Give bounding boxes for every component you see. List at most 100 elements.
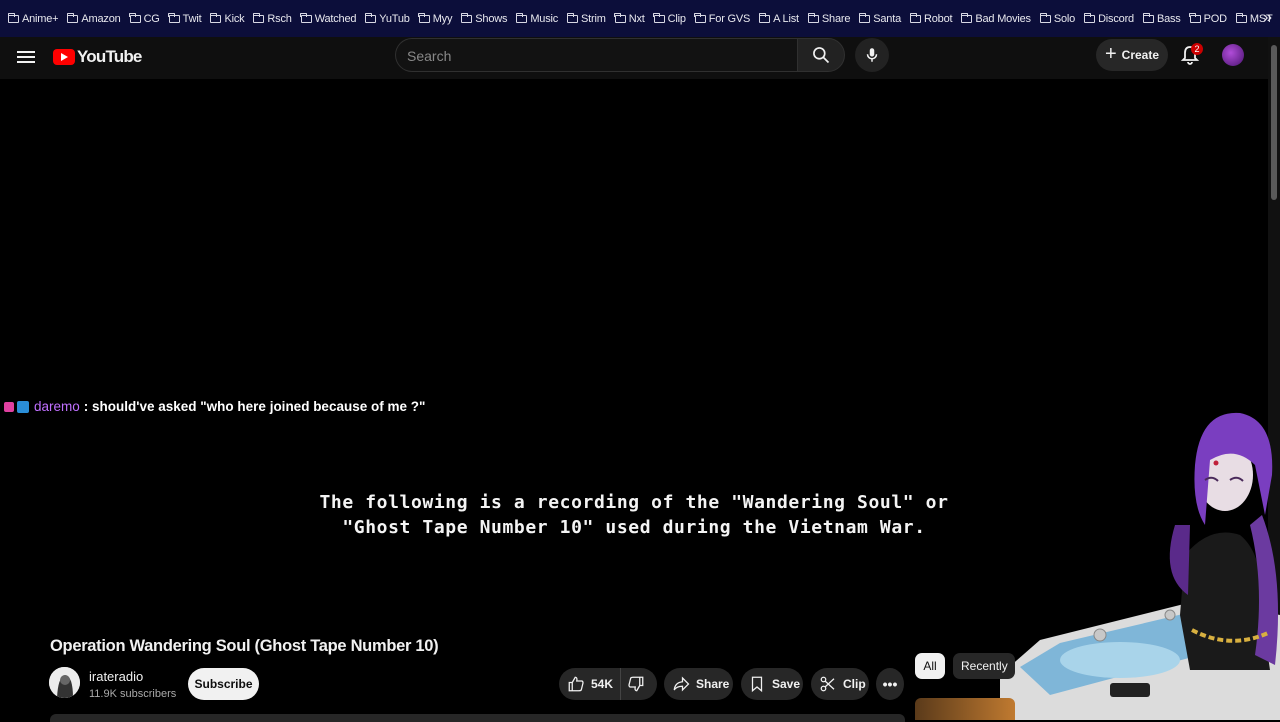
more-actions-button[interactable]: ••• [876, 668, 904, 700]
bookmark-label: Discord [1098, 12, 1134, 25]
bookmark-item[interactable]: Nxt [614, 12, 645, 25]
bookmark-item[interactable]: A List [758, 12, 799, 25]
search-button[interactable] [797, 38, 845, 72]
folder-icon [807, 12, 819, 23]
folder-icon [516, 12, 528, 23]
video-title: Operation Wandering Soul (Ghost Tape Num… [50, 637, 439, 655]
bookmark-item[interactable]: Shows [460, 12, 508, 25]
share-icon [673, 676, 690, 692]
bookmark-item[interactable]: POD [1189, 12, 1227, 25]
folder-icon [253, 12, 265, 23]
bookmark-item[interactable]: Santa [858, 12, 901, 25]
bookmark-label: Bad Movies [975, 12, 1031, 25]
account-avatar[interactable] [1222, 44, 1244, 66]
search-input[interactable] [396, 39, 789, 73]
bookmark-item[interactable]: Bass [1142, 12, 1181, 25]
recommended-thumbnail[interactable] [915, 698, 1015, 720]
bookmark-item[interactable]: YuTub [364, 12, 410, 25]
vtuber-avatar-overlay [1000, 412, 1280, 720]
bookmark-item[interactable]: Solo [1039, 12, 1076, 25]
folder-icon [364, 12, 377, 23]
bookmark-label: For GVS [708, 12, 751, 25]
dislike-button[interactable] [621, 675, 657, 693]
bookmark-item[interactable]: Watched [300, 12, 357, 25]
folder-icon [168, 12, 180, 23]
bookmark-label: Watched [314, 12, 357, 25]
bookmark-item[interactable]: Share [807, 12, 851, 25]
bookmark-label: YuTub [379, 12, 410, 25]
channel-name[interactable]: irateradio [89, 669, 143, 684]
search-icon [813, 47, 830, 64]
folder-icon [7, 12, 19, 23]
bookmark-label: Twit [182, 12, 202, 25]
bookmarks-bar: Anime+ Amazon CG Twit Kick Rsch Watched YuTub My… [0, 0, 1280, 37]
bookmark-item[interactable]: For GVS [694, 12, 751, 25]
folder-icon [418, 12, 430, 23]
bookmark-item[interactable]: Clip [653, 12, 686, 25]
subscribe-button[interactable]: Subscribe [188, 668, 259, 700]
bookmark-item[interactable]: Robot [909, 12, 953, 25]
bookmark-item[interactable]: CG [129, 12, 160, 25]
folder-icon [1189, 12, 1201, 23]
menu-icon[interactable] [17, 49, 35, 67]
create-button[interactable]: + Create [1096, 39, 1168, 71]
folder-icon [1142, 12, 1154, 23]
create-label: Create [1121, 48, 1160, 62]
like-dislike-group: 54K [559, 668, 657, 700]
folder-icon [758, 12, 771, 23]
folder-icon [67, 12, 79, 23]
folder-icon [858, 12, 871, 23]
bookmark-item[interactable]: Myy [418, 12, 452, 25]
thumbs-down-icon [628, 676, 644, 692]
bookmark-item[interactable]: Discord [1083, 12, 1134, 25]
chat-overlay-message: daremo : should've asked "who here joine… [4, 399, 425, 414]
play-logo-icon [53, 49, 75, 65]
clip-button[interactable]: Clip [811, 668, 869, 700]
bookmark-label: Robot [924, 12, 953, 25]
bookmark-item[interactable]: Music [516, 12, 559, 25]
folder-icon [300, 12, 312, 23]
save-button[interactable]: Save [741, 668, 803, 700]
bookmark-label: POD [1203, 12, 1227, 25]
logo-text: YouTube [77, 47, 142, 66]
bookmark-item[interactable]: Rsch [253, 12, 292, 25]
bookmark-item[interactable]: Amazon [67, 12, 121, 25]
bookmark-label: Clip [667, 12, 686, 25]
bookmark-item[interactable]: Anime+ [7, 12, 59, 25]
bookmarks-overflow-button[interactable]: » [1263, 9, 1272, 27]
folder-icon [909, 12, 921, 23]
chat-username: daremo [34, 399, 80, 414]
channel-avatar-image [49, 667, 80, 698]
chip-all[interactable]: All [915, 653, 945, 679]
share-button[interactable]: Share [664, 668, 733, 700]
description-box[interactable] [50, 714, 905, 722]
like-count: 54K [591, 677, 614, 691]
bookmark-label: Share [821, 12, 851, 25]
like-button[interactable]: 54K [559, 668, 621, 700]
bookmark-label: A List [773, 12, 799, 25]
youtube-logo[interactable]: YouTube [53, 47, 142, 67]
bookmark-item[interactable]: Strim [566, 12, 606, 25]
chip-recently-uploaded[interactable]: Recently [953, 653, 1015, 679]
clip-label: Clip [843, 677, 866, 691]
folder-icon [566, 12, 579, 23]
folder-icon [614, 12, 626, 23]
microphone-icon [866, 48, 878, 62]
folder-icon [1039, 12, 1051, 23]
bookmark-item[interactable]: Bad Movies [961, 12, 1031, 25]
chat-badge-icon [4, 401, 14, 412]
voice-search-button[interactable] [855, 38, 889, 72]
save-label: Save [772, 677, 801, 691]
bookmark-icon [751, 676, 763, 693]
channel-avatar[interactable] [49, 667, 80, 698]
folder-icon [694, 12, 706, 23]
folder-icon [1083, 12, 1096, 23]
bookmark-item[interactable]: Kick [210, 12, 245, 25]
bookmark-label: Nxt [628, 12, 645, 25]
bookmark-label: Solo [1053, 12, 1076, 25]
bookmark-item[interactable]: Twit [168, 12, 202, 25]
folder-icon [653, 12, 665, 23]
bookmark-label: Music [530, 12, 559, 25]
scrollbar-thumb[interactable] [1271, 45, 1277, 200]
masthead: YouTube + Create 2 [0, 37, 1268, 79]
